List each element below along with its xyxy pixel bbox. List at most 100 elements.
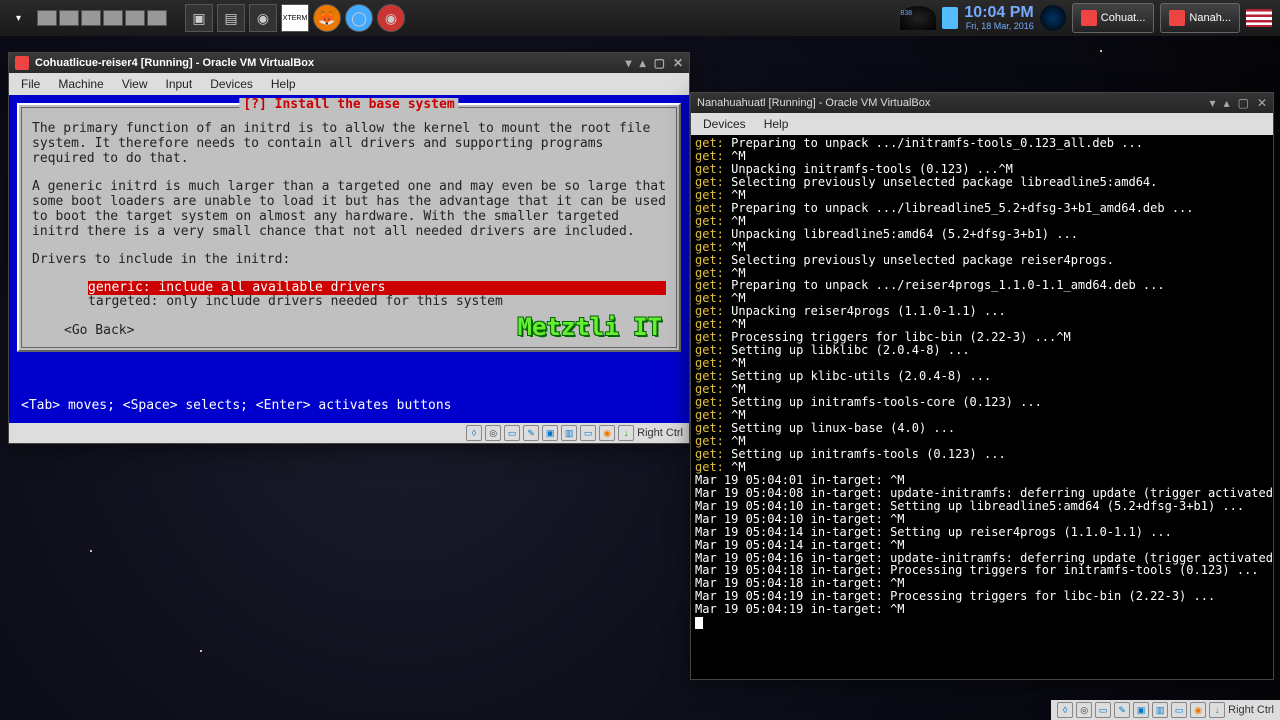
- terminal-line: get: Selecting previously unselected pac…: [695, 176, 1269, 189]
- window-title: Nanahuahuatl [Running] - Oracle VM Virtu…: [697, 97, 930, 109]
- floppy-icon[interactable]: ▭: [504, 425, 520, 441]
- menu-down-icon[interactable]: ▾: [626, 56, 632, 70]
- terminal-line: get: Setting up klibc-utils (2.0.4-8) ..…: [695, 370, 1269, 383]
- audio-visualizer-icon[interactable]: [1040, 5, 1066, 31]
- taskbar-window-2[interactable]: Nanah...: [1160, 3, 1240, 33]
- terminal-line: get: ^M: [695, 215, 1269, 228]
- terminal-line: get: ^M: [695, 189, 1269, 202]
- terminal-line: get: Unpacking libreadline5:amd64 (5.2+d…: [695, 228, 1269, 241]
- terminal-line: get: ^M: [695, 241, 1269, 254]
- maximize-icon[interactable]: ▢: [1238, 96, 1249, 110]
- cd-icon[interactable]: ◎: [485, 425, 501, 441]
- taskbar: ▾ ▣ ▤ ◉ XTERM 🦊 ◯ ◉ 838 10:04 PM Fri, 18…: [0, 0, 1280, 36]
- mouse-integration-icon[interactable]: ↓: [618, 425, 634, 441]
- watermark: Metztli IT: [518, 314, 663, 342]
- menu-down-icon[interactable]: ▾: [1210, 96, 1216, 110]
- terminal-line: get: Selecting previously unselected pac…: [695, 254, 1269, 267]
- menu-file[interactable]: File: [13, 75, 48, 93]
- dialog-title: [?] Install the base system: [239, 98, 458, 113]
- maximize-icon[interactable]: ▢: [654, 56, 665, 70]
- minimize-icon[interactable]: ▴: [640, 56, 646, 70]
- network-icon[interactable]: ▣: [1133, 702, 1149, 718]
- terminal-line: Mar 19 05:04:08 in-target: update-initra…: [695, 487, 1269, 500]
- app-menu-dropdown[interactable]: ▾: [10, 13, 27, 24]
- usb-icon[interactable]: ✎: [1114, 702, 1130, 718]
- display-icon[interactable]: ▭: [580, 425, 596, 441]
- shared-folder-icon[interactable]: ▥: [561, 425, 577, 441]
- terminal-line: Mar 19 05:04:14 in-target: ^M: [695, 539, 1269, 552]
- clock-time: 10:04 PM: [964, 4, 1033, 22]
- terminal-launcher-icon[interactable]: ▣: [185, 4, 213, 32]
- minimize-icon[interactable]: ▴: [1224, 96, 1230, 110]
- terminal-line: get: ^M: [695, 150, 1269, 163]
- dialog-prompt: Drivers to include in the initrd:: [32, 253, 666, 268]
- desktop: ▾ ▣ ▤ ◉ XTERM 🦊 ◯ ◉ 838 10:04 PM Fri, 18…: [0, 0, 1280, 720]
- keyboard-layout-flag-icon[interactable]: [1246, 9, 1272, 27]
- hdd-icon[interactable]: ◊: [466, 425, 482, 441]
- mouse-integration-icon[interactable]: ↓: [1209, 702, 1225, 718]
- record-icon[interactable]: ◉: [1190, 702, 1206, 718]
- terminal-line: get: ^M: [695, 461, 1269, 474]
- network-icon[interactable]: ▣: [542, 425, 558, 441]
- shared-folder-icon[interactable]: ▥: [1152, 702, 1168, 718]
- taskbar-window-1[interactable]: Cohuat...: [1072, 3, 1155, 33]
- titlebar[interactable]: Cohuatlicue-reiser4 [Running] - Oracle V…: [9, 53, 689, 73]
- clock[interactable]: 10:04 PM Fri, 18 Mar, 2016: [964, 4, 1033, 31]
- dialog-text-2: A generic initrd is much larger than a t…: [32, 180, 666, 240]
- chromium-icon[interactable]: ◯: [345, 4, 373, 32]
- dialog-text-1: The primary function of an initrd is to …: [32, 122, 666, 167]
- hdd-icon[interactable]: ◊: [1057, 702, 1073, 718]
- host-key-label: Right Ctrl: [637, 427, 683, 439]
- record-icon[interactable]: ◉: [599, 425, 615, 441]
- terminal-line: get: Preparing to unpack .../reiser4prog…: [695, 279, 1269, 292]
- menu-devices[interactable]: Devices: [202, 75, 261, 93]
- cd-icon[interactable]: ◎: [1076, 702, 1092, 718]
- terminal-line: get: Setting up linux-base (4.0) ...: [695, 422, 1269, 435]
- close-icon[interactable]: ✕: [673, 56, 683, 70]
- terminal-line: Mar 19 05:04:19 in-target: ^M: [695, 603, 1269, 616]
- virtualbox-window-nanahuahuatl: Nanahuahuatl [Running] - Oracle VM Virtu…: [690, 92, 1274, 680]
- terminal-line: get: Unpacking reiser4progs (1.1.0-1.1) …: [695, 305, 1269, 318]
- menu-help[interactable]: Help: [263, 75, 304, 93]
- titlebar[interactable]: Nanahuahuatl [Running] - Oracle VM Virtu…: [691, 93, 1273, 113]
- vm-display[interactable]: [?] Install the base system The primary …: [9, 95, 689, 423]
- host-key-label: Right Ctrl: [1228, 704, 1274, 716]
- menu-machine[interactable]: Machine: [50, 75, 111, 93]
- firefox-icon[interactable]: 🦊: [313, 4, 341, 32]
- terminal-line: get: ^M: [695, 435, 1269, 448]
- terminal-line: get: Setting up initramfs-tools-core (0.…: [695, 396, 1269, 409]
- virtualbox-icon: [15, 56, 29, 70]
- display-icon[interactable]: ▭: [1171, 702, 1187, 718]
- window-title: Cohuatlicue-reiser4 [Running] - Oracle V…: [35, 57, 314, 69]
- workspace-switcher[interactable]: [37, 10, 167, 26]
- app-icon[interactable]: ◉: [377, 4, 405, 32]
- close-icon[interactable]: ✕: [1257, 96, 1267, 110]
- vm-terminal[interactable]: get: Preparing to unpack .../initramfs-t…: [691, 135, 1273, 679]
- terminal-line: Mar 19 05:04:01 in-target: ^M: [695, 474, 1269, 487]
- menubar: DevicesHelp: [691, 113, 1273, 135]
- help-hint: <Tab> moves; <Space> selects; <Enter> ac…: [17, 396, 681, 415]
- usb-icon[interactable]: ✎: [523, 425, 539, 441]
- menu-input[interactable]: Input: [158, 75, 201, 93]
- option-generic[interactable]: generic: include all available drivers: [88, 281, 666, 296]
- floppy-icon[interactable]: ▭: [1095, 702, 1111, 718]
- cpu-gauge[interactable]: 838: [900, 6, 936, 30]
- tv-icon[interactable]: ◉: [249, 4, 277, 32]
- terminal-line: get: Unpacking initramfs-tools (0.123) .…: [695, 163, 1269, 176]
- terminal-line: Mar 19 05:04:10 in-target: ^M: [695, 513, 1269, 526]
- vm-statusbar: ◊ ◎ ▭ ✎ ▣ ▥ ▭ ◉ ↓ Right Ctrl: [9, 423, 689, 443]
- option-targeted[interactable]: targeted: only include drivers needed fo…: [88, 295, 666, 310]
- xterm-icon[interactable]: XTERM: [281, 4, 309, 32]
- file-manager-icon[interactable]: ▤: [217, 4, 245, 32]
- clock-date: Fri, 18 Mar, 2016: [964, 22, 1033, 32]
- terminal-line: get: Setting up libklibc (2.0.4-8) ...: [695, 344, 1269, 357]
- virtualbox-window-cohuatlicue: Cohuatlicue-reiser4 [Running] - Oracle V…: [8, 52, 690, 444]
- menu-devices[interactable]: Devices: [695, 115, 754, 133]
- menu-help[interactable]: Help: [756, 115, 797, 133]
- terminal-line: get: Preparing to unpack .../libreadline…: [695, 202, 1269, 215]
- menu-view[interactable]: View: [114, 75, 156, 93]
- terminal-line: Mar 19 05:04:14 in-target: Setting up re…: [695, 526, 1269, 539]
- battery-icon[interactable]: [942, 7, 958, 29]
- terminal-line: Mar 19 05:04:10 in-target: Setting up li…: [695, 500, 1269, 513]
- vm-statusbar-2: ◊ ◎ ▭ ✎ ▣ ▥ ▭ ◉ ↓ Right Ctrl: [1051, 700, 1280, 720]
